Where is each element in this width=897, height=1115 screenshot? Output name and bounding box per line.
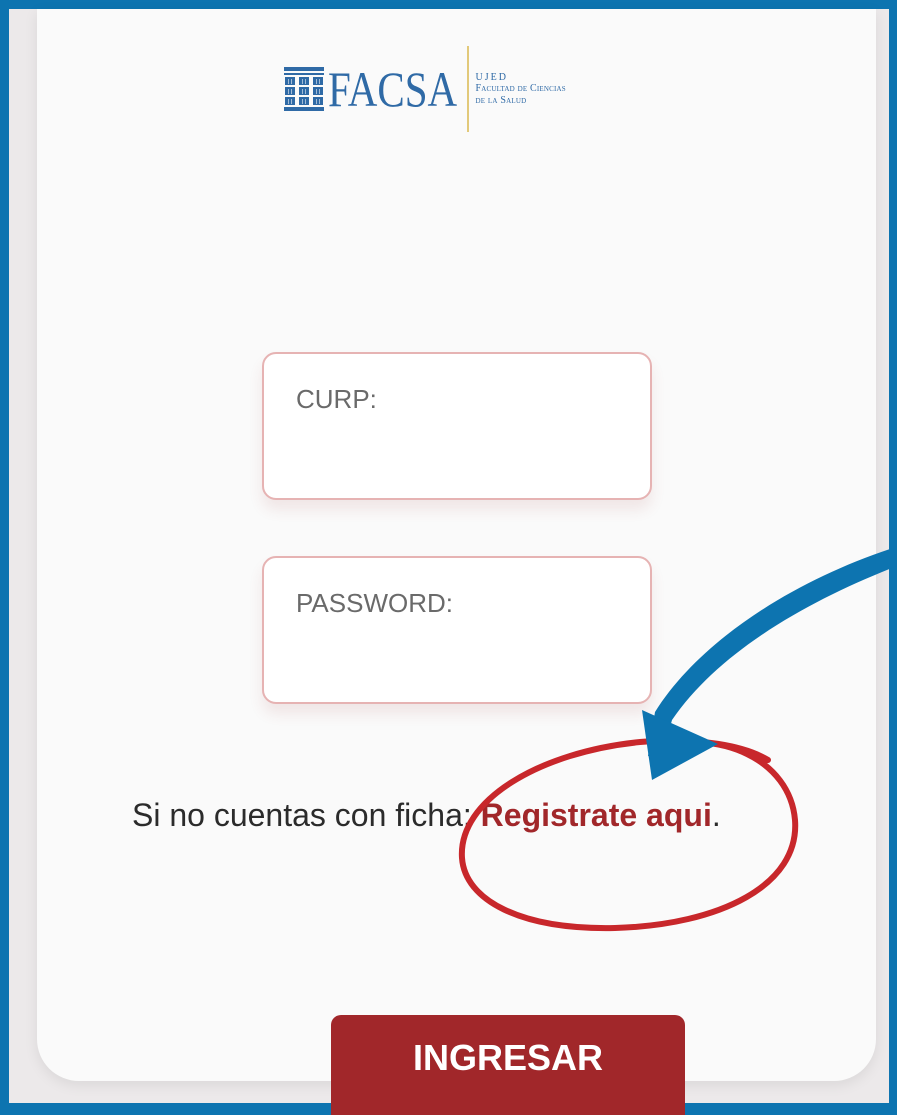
register-suffix: . bbox=[711, 797, 721, 833]
register-link-part2: aqui bbox=[646, 797, 712, 833]
logo-subtitle: UJED Facultad de Ciencias de la Salud bbox=[475, 72, 565, 107]
register-link-part1: Registrate bbox=[480, 797, 638, 833]
logo-wordmark: FACSA bbox=[328, 61, 458, 117]
facsa-building-icon bbox=[284, 67, 324, 111]
password-field-box[interactable] bbox=[262, 556, 652, 704]
register-text: Si no cuentas con ficha: bbox=[132, 797, 481, 833]
ingresar-button[interactable]: INGRESAR bbox=[331, 1015, 685, 1115]
logo-subtitle-line1: Facultad de Ciencias bbox=[475, 83, 566, 95]
curp-input[interactable] bbox=[294, 378, 628, 420]
logo-ujed: UJED bbox=[475, 71, 508, 83]
register-prompt: Si no cuentas con ficha: Registrate aqui… bbox=[132, 790, 752, 840]
logo-divider bbox=[467, 46, 470, 132]
curp-field-box[interactable] bbox=[262, 352, 652, 500]
register-link[interactable]: Registrate aqui bbox=[481, 797, 712, 833]
login-card bbox=[37, 9, 876, 1081]
logo-subtitle-line2: de la Salud bbox=[475, 94, 527, 106]
password-input[interactable] bbox=[294, 582, 628, 624]
facsa-logo: FACSA UJED Facultad de Ciencias de la Sa… bbox=[284, 46, 566, 132]
